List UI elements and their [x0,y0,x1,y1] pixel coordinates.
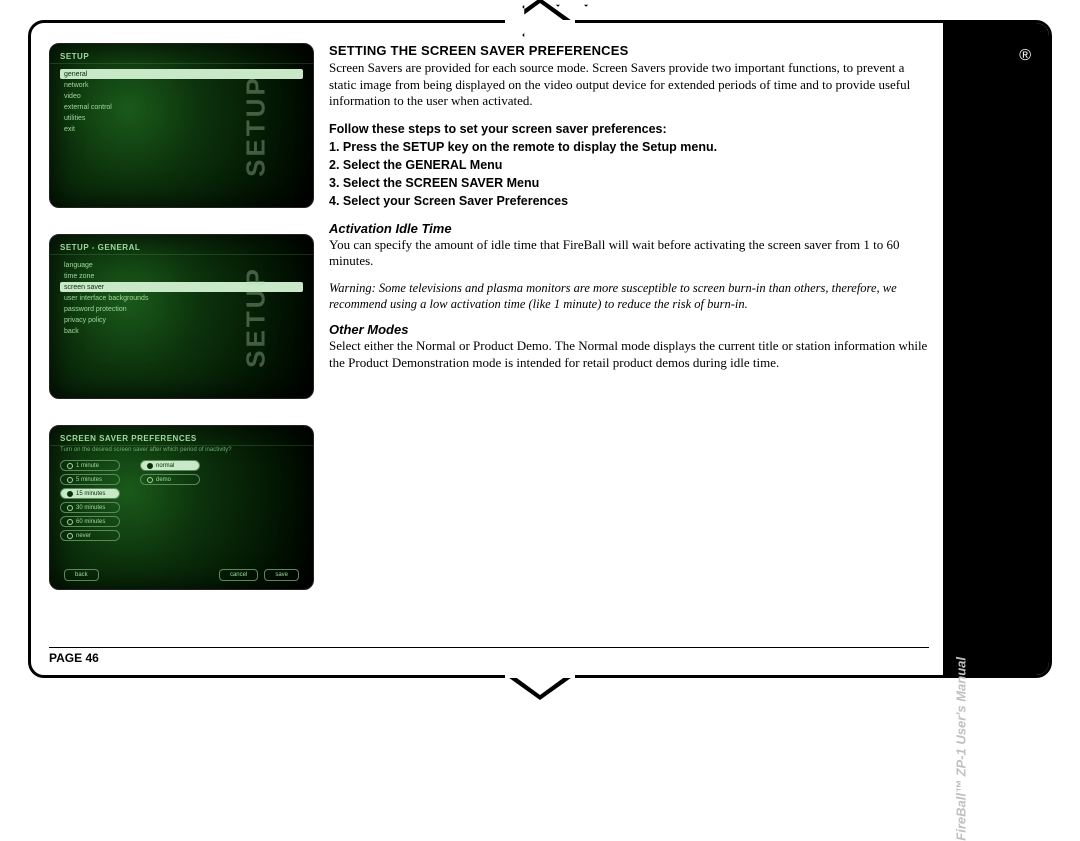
idle-time-options: 1 minute 5 minutes 15 minutes 30 minutes… [60,460,120,541]
product-line: FireBall™ ZP-1 User's Manual [954,657,969,841]
section2-warning: Warning: Some televisions and plasma mon… [329,280,934,313]
screen1-title: SETUP [50,44,313,64]
screen2-vertical-label: SETUP [241,266,272,368]
option-label: normal [156,463,174,469]
option-label: demo [156,477,171,483]
option-30-minutes: 30 minutes [60,502,120,513]
screen2-menu: language time zone screen saver user int… [50,255,313,341]
step-4: 4. Select your Screen Saver Preferences [329,192,934,210]
back-button: back [64,569,99,581]
screen3-options-grid: 1 minute 5 minutes 15 minutes 30 minutes… [50,456,313,545]
option-label: 1 minute [76,463,99,469]
section3-heading: Other Modes [329,322,934,337]
option-15-minutes: 15 minutes [60,488,120,499]
section1-body: Screen Savers are provided for each sour… [329,60,934,110]
screen1-vertical-label: SETUP [241,75,272,177]
step-2: 2. Select the GENERAL Menu [329,156,934,174]
option-label: never [76,533,91,539]
radio-icon [67,533,73,539]
radio-icon [67,519,73,525]
option-never: never [60,530,120,541]
radio-icon [147,477,153,483]
option-normal: normal [140,460,200,471]
radio-icon [67,505,73,511]
screen3-subtitle: Turn on the desired screen saver after w… [50,446,313,456]
content-area: SETUP general network video external con… [49,43,929,658]
manual-page-frame: SETUP general network video external con… [28,20,1052,678]
screen-saver-prefs-screenshot: SCREEN SAVER PREFERENCES Turn on the des… [49,425,314,590]
mode-options: normal demo [140,460,200,541]
product-line-text: FireBall™ ZP-1 User's Manual [954,657,969,841]
section2-body: You can specify the amount of idle time … [329,237,934,270]
section1-heading: SETTING THE SCREEN SAVER PREFERENCES [329,43,934,58]
radio-icon [147,463,153,469]
page-number: PAGE 46 [49,647,929,665]
section2-heading: Activation Idle Time [329,221,934,236]
option-label: 5 minutes [76,477,102,483]
radio-icon [67,463,73,469]
escient-logo: ESCIENT [1037,73,1080,464]
setup-menu-screenshot: SETUP general network video external con… [49,43,314,208]
steps-intro: Follow these steps to set your screen sa… [329,120,934,138]
screen2-title: SETUP - GENERAL [50,235,313,255]
option-demo: demo [140,474,200,485]
option-label: 15 minutes [76,491,105,497]
section3-body: Select either the Normal or Product Demo… [329,338,934,371]
screen3-button-row: back cancel save [50,569,313,581]
radio-icon [67,477,73,483]
cancel-button: cancel [219,569,258,581]
screen3-title: SCREEN SAVER PREFERENCES [50,426,313,446]
screen1-menu: general network video external control u… [50,64,313,139]
step-1: 1. Press the SETUP key on the remote to … [329,138,934,156]
top-notch-gap [505,20,575,23]
save-button: save [264,569,299,581]
step-3: 3. Select the SCREEN SAVER Menu [329,174,934,192]
radio-icon [67,491,73,497]
option-60-minutes: 60 minutes [60,516,120,527]
registered-mark: ® [1019,47,1031,65]
setup-general-screenshot: SETUP - GENERAL language time zone scree… [49,234,314,399]
brand-sidebar: ® ESCIENT FireBall™ ZP-1 User's Manual [943,23,1049,675]
text-column: SETTING THE SCREEN SAVER PREFERENCES Scr… [329,43,934,382]
option-5-minutes: 5 minutes [60,474,120,485]
bottom-notch-gap [505,675,575,678]
option-label: 60 minutes [76,519,105,525]
screenshot-column: SETUP general network video external con… [49,43,314,616]
option-1-minute: 1 minute [60,460,120,471]
steps-block: Follow these steps to set your screen sa… [329,120,934,211]
option-label: 30 minutes [76,505,105,511]
